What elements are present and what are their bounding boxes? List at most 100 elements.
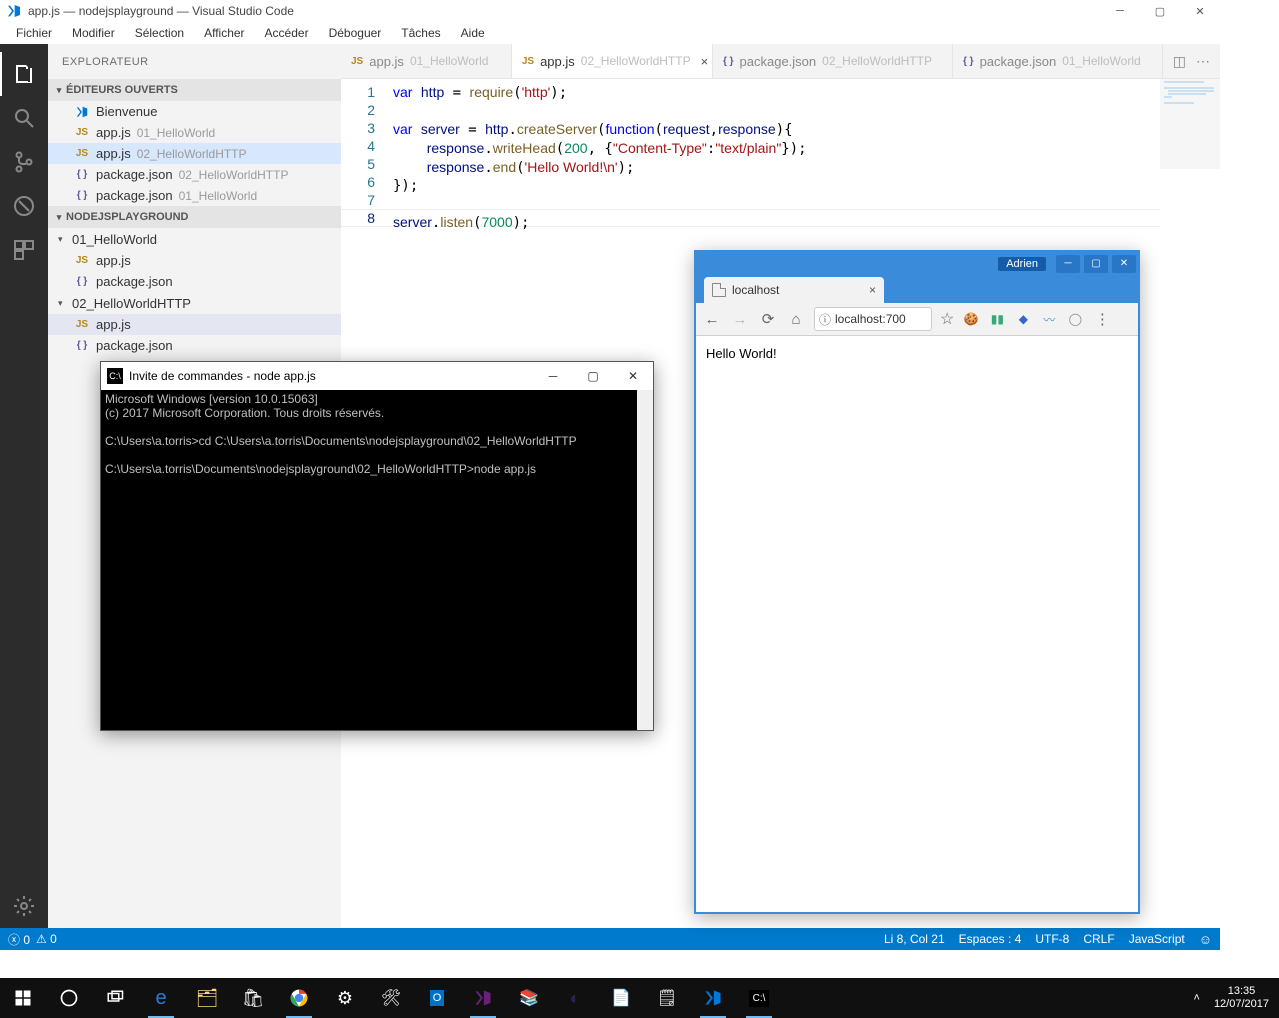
taskbar-app[interactable]: 🛠 (368, 978, 414, 1018)
activity-settings[interactable] (0, 884, 48, 928)
chrome-minimize[interactable]: ─ (1056, 255, 1080, 273)
back-icon[interactable]: ← (702, 309, 722, 329)
tray-overflow-icon[interactable]: ˄ (1194, 992, 1200, 1004)
minimize-button[interactable]: ─ (1100, 0, 1140, 22)
page-icon (712, 283, 726, 297)
status-encoding[interactable]: UTF-8 (1035, 932, 1069, 946)
status-position[interactable]: Li 8, Col 21 (884, 932, 945, 946)
menu-file[interactable]: Fichier (6, 24, 62, 42)
activity-search[interactable] (0, 96, 48, 140)
activity-extensions[interactable] (0, 228, 48, 272)
feedback-icon[interactable]: ☺ (1199, 932, 1212, 947)
taskbar-chrome[interactable] (276, 978, 322, 1018)
chrome-profile[interactable]: Adrien (998, 257, 1046, 271)
file-item[interactable]: JS app.js (48, 314, 341, 335)
start-button[interactable] (0, 978, 46, 1018)
minimap[interactable] (1160, 79, 1220, 169)
extension-icon[interactable]: 🍪 (962, 310, 980, 328)
cmd-maximize[interactable]: ▢ (573, 362, 613, 390)
vscode-icon (6, 3, 22, 19)
taskbar-vs[interactable] (460, 978, 506, 1018)
taskbar-app[interactable]: 🗒 (644, 978, 690, 1018)
tab[interactable]: { } package.json 01_HelloWorld × (953, 44, 1163, 78)
taskbar-outlook[interactable]: O (414, 978, 460, 1018)
extension-icon[interactable]: ◯ (1066, 310, 1084, 328)
status-errors[interactable]: ⓧ 0 (8, 931, 30, 948)
taskbar-edge[interactable]: e (138, 978, 184, 1018)
open-editor-item[interactable]: JS app.js 01_HelloWorld (48, 122, 341, 143)
extension-icon[interactable]: ▮▮ (988, 310, 1006, 328)
folder-01[interactable]: ▾01_HelloWorld (48, 228, 341, 250)
json-icon: { } (74, 276, 90, 287)
open-editors-header[interactable]: ▾ÉDITEURS OUVERTS (48, 79, 341, 101)
status-warnings[interactable]: ⚠ 0 (36, 932, 57, 946)
task-view-button[interactable] (92, 978, 138, 1018)
menu-selection[interactable]: Sélection (125, 24, 194, 42)
status-lang[interactable]: JavaScript (1129, 932, 1185, 946)
open-editor-welcome[interactable]: Bienvenue (48, 101, 341, 122)
taskbar-app[interactable]: 📄 (598, 978, 644, 1018)
extension-icon[interactable]: ◆ (1014, 310, 1032, 328)
open-editor-item[interactable]: { } package.json 01_HelloWorld (48, 185, 341, 206)
taskbar-vscode[interactable] (690, 978, 736, 1018)
menu-edit[interactable]: Modifier (62, 24, 125, 42)
menu-debug[interactable]: Déboguer (319, 24, 392, 42)
json-icon: { } (963, 56, 974, 67)
taskbar-settings[interactable]: ⚙ (322, 978, 368, 1018)
cmd-minimize[interactable]: ─ (533, 362, 573, 390)
cmd-output[interactable]: Microsoft Windows [version 10.0.15063] (… (101, 390, 653, 730)
menu-view[interactable]: Afficher (194, 24, 254, 42)
status-indent[interactable]: Espaces : 4 (959, 932, 1022, 946)
cortana-button[interactable] (46, 978, 92, 1018)
taskbar-cmd[interactable]: C:\ (736, 978, 782, 1018)
close-button[interactable]: ✕ (1180, 0, 1220, 22)
activity-scm[interactable] (0, 140, 48, 184)
chrome-tab[interactable]: localhost × (704, 277, 884, 303)
close-icon[interactable]: × (701, 54, 709, 69)
workspace-header[interactable]: ▾NODEJSPLAYGROUND (48, 206, 341, 228)
taskbar-clock[interactable]: 13:35 12/07/2017 (1208, 985, 1275, 1011)
taskbar-eclipse[interactable]: ◐ (552, 978, 598, 1018)
taskbar-app[interactable]: 📚 (506, 978, 552, 1018)
title-bar: app.js — nodejsplayground — Visual Studi… (0, 0, 1220, 22)
cmd-title-bar[interactable]: C:\ Invite de commandes - node app.js ─ … (101, 362, 653, 390)
menu-help[interactable]: Aide (451, 24, 495, 42)
file-item[interactable]: { } package.json (48, 271, 341, 292)
js-icon: JS (74, 148, 90, 159)
more-icon[interactable]: ⋯ (1196, 53, 1210, 70)
status-eol[interactable]: CRLF (1083, 932, 1114, 946)
file-item[interactable]: JS app.js (48, 250, 341, 271)
forward-icon[interactable]: → (730, 309, 750, 329)
chrome-maximize[interactable]: ▢ (1084, 255, 1108, 273)
tab[interactable]: { } package.json 02_HelloWorldHTTP × (713, 44, 953, 78)
maximize-button[interactable]: ▢ (1140, 0, 1180, 22)
json-icon: { } (723, 56, 734, 67)
address-bar[interactable]: ⓘ localhost:700 (814, 307, 932, 331)
chrome-close[interactable]: ✕ (1112, 255, 1136, 273)
chrome-frame-top[interactable]: Adrien ─ ▢ ✕ (696, 252, 1138, 275)
taskbar-store[interactable]: 🛍 (230, 978, 276, 1018)
vscode-icon (74, 105, 90, 119)
reload-icon[interactable]: ⟳ (758, 309, 778, 329)
activity-debug[interactable] (0, 184, 48, 228)
open-editor-item[interactable]: { } package.json 02_HelloWorldHTTP (48, 164, 341, 185)
cmd-close[interactable]: ✕ (613, 362, 653, 390)
bookmark-icon[interactable]: ☆ (940, 309, 954, 329)
taskbar-explorer[interactable]: 🗂 (184, 978, 230, 1018)
tab[interactable]: JS app.js 02_HelloWorldHTTP × (512, 44, 713, 78)
folder-02[interactable]: ▾02_HelloWorldHTTP (48, 292, 341, 314)
close-icon[interactable]: × (869, 283, 876, 297)
activity-explorer[interactable] (0, 52, 48, 96)
menu-icon[interactable]: ⋮ (1092, 309, 1112, 329)
tab[interactable]: JS app.js 01_HelloWorld × (341, 44, 512, 78)
menu-go[interactable]: Accéder (255, 24, 319, 42)
site-info-icon[interactable]: ⓘ (819, 311, 831, 328)
home-icon[interactable]: ⌂ (786, 309, 806, 329)
windows-taskbar: e 🗂 🛍 ⚙ 🛠 O 📚 ◐ 📄 🗒 C:\ ˄ 13:35 12/07/20… (0, 978, 1279, 1018)
split-editor-icon[interactable]: ◫ (1173, 53, 1186, 70)
menu-tasks[interactable]: Tâches (391, 24, 450, 42)
scrollbar-thumb[interactable] (638, 715, 652, 729)
open-editor-item[interactable]: JS app.js 02_HelloWorldHTTP (48, 143, 341, 164)
file-item[interactable]: { } package.json (48, 335, 341, 356)
extension-icon[interactable]: 〰 (1040, 310, 1058, 328)
